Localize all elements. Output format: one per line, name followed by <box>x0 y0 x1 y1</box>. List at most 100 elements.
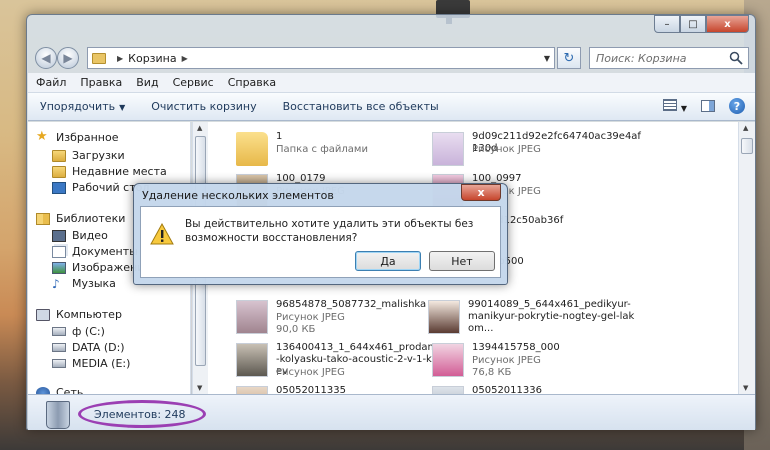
nav-item-label: DATA (D:) <box>72 341 125 354</box>
file-type: Рисунок JPEG <box>276 312 345 323</box>
list-item[interactable]: 05052011336 <box>432 384 632 394</box>
scroll-down-icon[interactable]: ▼ <box>743 384 748 392</box>
star-icon: ★ <box>36 129 48 144</box>
list-item[interactable]: 1 Папка с файлами <box>236 130 436 172</box>
restore-all-button[interactable]: Восстановить все объекты <box>283 100 439 113</box>
back-button[interactable]: ◀ <box>35 47 57 69</box>
close-button[interactable]: x <box>706 15 749 33</box>
command-bar: Упорядочить ▼ Очистить корзину Восстанови… <box>28 93 755 121</box>
nav-network-label: Сеть <box>56 386 84 394</box>
minimize-button[interactable]: – <box>654 15 680 33</box>
menu-help[interactable]: Справка <box>228 76 276 89</box>
file-type: Папка с файлами <box>276 144 368 155</box>
search-input[interactable] <box>594 50 724 66</box>
menu-tools[interactable]: Сервис <box>173 76 214 89</box>
dropdown-arrow-icon: ▼ <box>119 103 126 112</box>
recycle-bin-icon <box>46 401 70 429</box>
nav-libraries-label: Библиотеки <box>56 212 126 225</box>
scroll-up-icon[interactable]: ▲ <box>197 124 202 132</box>
breadcrumb-separator-icon[interactable]: ▶ <box>182 54 188 63</box>
nav-item-documents[interactable]: Документы <box>52 245 138 258</box>
empty-recycle-bin-button[interactable]: Очистить корзину <box>151 100 256 113</box>
breadcrumb-recycle-bin[interactable]: Корзина <box>128 52 176 65</box>
documents-library-icon <box>52 245 66 258</box>
preview-pane-icon[interactable] <box>701 100 715 112</box>
list-item[interactable]: 99014089_5_644x461_pedikyur-manikyur-pok… <box>428 298 634 340</box>
list-item[interactable]: 136400413_1_644x461_prodam-kolyasku-tako… <box>236 341 437 383</box>
menu-file[interactable]: Файл <box>36 76 66 89</box>
address-field[interactable]: ▶ Корзина ▶ ▼ <box>87 47 555 69</box>
refresh-button[interactable]: ↻ <box>557 47 581 69</box>
file-name: 1394415758_000 <box>472 342 560 353</box>
yes-button[interactable]: Да <box>355 251 421 271</box>
content-scrollbar[interactable]: ▲ ▼ <box>738 122 755 394</box>
maximize-button[interactable]: □ <box>680 15 706 33</box>
dialog-message: Вы действительно хотите удалить эти объе… <box>185 218 474 244</box>
recent-places-icon <box>52 165 66 178</box>
arrow-right-icon: ▶ <box>63 51 73 65</box>
file-type: Рисунок JPEG <box>472 144 541 155</box>
help-icon[interactable]: ? <box>729 98 745 114</box>
nav-item-video[interactable]: Видео <box>52 229 108 242</box>
dialog-body: Вы действительно хотите удалить эти объе… <box>140 206 501 278</box>
nav-item-drive-e[interactable]: MEDIA (E:) <box>52 357 130 370</box>
drive-icon <box>52 327 66 336</box>
content-scroll-thumb[interactable] <box>741 138 753 154</box>
image-thumbnail <box>428 300 460 334</box>
scroll-down-icon[interactable]: ▼ <box>197 384 202 392</box>
menu-bar: Файл Правка Вид Сервис Справка <box>28 73 755 93</box>
nav-libraries[interactable]: Библиотеки <box>36 212 125 225</box>
video-library-icon <box>52 229 66 242</box>
menu-view[interactable]: Вид <box>136 76 158 89</box>
nav-item-label: Видео <box>72 229 108 242</box>
menu-edit[interactable]: Правка <box>80 76 122 89</box>
image-thumbnail <box>236 300 268 334</box>
nav-item-label: Загрузки <box>72 149 125 162</box>
breadcrumb-separator-icon[interactable]: ▶ <box>117 54 123 63</box>
nav-item-drive-c[interactable]: ф (C:) <box>52 325 105 338</box>
search-box <box>589 47 749 69</box>
list-item[interactable]: 05052011335 <box>236 384 436 394</box>
forward-button[interactable]: ▶ <box>57 47 79 69</box>
file-name: 96854878_5087732_malishka <box>276 299 427 310</box>
details-pane: Элементов: 248 <box>28 394 755 430</box>
nav-network[interactable]: Сеть <box>36 386 83 394</box>
organize-label: Упорядочить <box>40 100 116 113</box>
organize-button[interactable]: Упорядочить ▼ <box>40 100 125 113</box>
nav-item-label: Документы <box>72 245 138 258</box>
recycle-bin-small-icon <box>92 52 106 64</box>
nav-item-recent-places[interactable]: Недавние места <box>52 165 167 178</box>
file-name: 1 <box>276 131 283 142</box>
folder-icon <box>236 132 268 166</box>
nav-favorites[interactable]: ★ Избранное <box>36 130 118 144</box>
list-item[interactable]: 1394415758_000 Рисунок JPEG 76,8 КБ <box>432 341 632 383</box>
change-view-button[interactable]: ▼ <box>662 98 687 114</box>
file-size: 90,0 КБ <box>276 324 316 335</box>
nav-item-downloads[interactable]: Загрузки <box>52 149 125 162</box>
image-thumbnail <box>432 386 464 394</box>
music-note-icon: ♪ <box>52 276 60 291</box>
nav-item-music[interactable]: ♪ Музыка <box>52 277 116 290</box>
file-name: 05052011335 <box>276 385 346 394</box>
address-dropdown-icon[interactable]: ▼ <box>544 54 550 63</box>
dialog-close-button[interactable]: x <box>461 184 501 201</box>
no-button[interactable]: Нет <box>429 251 495 271</box>
file-name: 05052011336 <box>472 385 542 394</box>
drive-icon <box>52 359 66 368</box>
nav-item-drive-d[interactable]: DATA (D:) <box>52 341 125 354</box>
scroll-up-icon[interactable]: ▲ <box>743 124 748 132</box>
window-controls: – □ x <box>654 15 749 33</box>
drive-icon <box>52 343 66 352</box>
nav-computer[interactable]: Компьютер <box>36 308 122 321</box>
computer-icon <box>36 308 50 321</box>
views-icon <box>662 98 677 111</box>
nav-computer-label: Компьютер <box>56 308 122 321</box>
image-thumbnail <box>432 132 464 166</box>
search-icon[interactable] <box>729 51 743 65</box>
nav-item-label: Недавние места <box>72 165 167 178</box>
network-icon <box>36 386 50 394</box>
pictures-library-icon <box>52 261 66 274</box>
list-item[interactable]: 96854878_5087732_malishka Рисунок JPEG 9… <box>236 298 436 340</box>
dialog-title: Удаление нескольких элементов <box>142 189 334 202</box>
list-item[interactable]: 9d09c211d92e2fc64740ac39e4af130d Рисунок… <box>432 130 641 172</box>
